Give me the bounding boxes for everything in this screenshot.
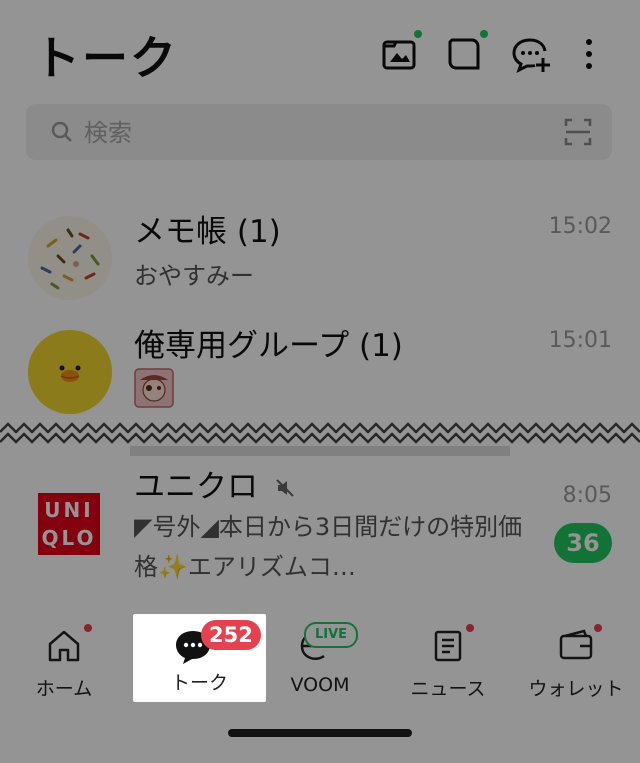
search-bar[interactable] <box>26 104 612 160</box>
more-options-icon[interactable] <box>574 34 604 74</box>
chat-row-uniqlo[interactable]: UNI QLO ユニクロ 8:05 ◤号外◢本日から3日間だけの特別価格✨エアリ… <box>0 455 640 600</box>
sticker-icon <box>134 368 174 408</box>
nav-label: トーク <box>170 672 228 694</box>
chat-time: 8:05 <box>562 483 612 508</box>
chat-name: メモ帳 (1) <box>134 214 281 250</box>
home-icon <box>44 626 84 666</box>
new-chat-icon[interactable] <box>510 34 550 74</box>
chat-time: 15:02 <box>548 214 612 239</box>
nav-news[interactable]: ニュース <box>384 614 512 704</box>
photo-album-icon[interactable] <box>380 30 422 74</box>
openchat-icon[interactable] <box>444 30 488 74</box>
unread-count-badge: 36 <box>554 523 612 563</box>
live-badge: LIVE <box>304 622 358 648</box>
nav-label: ウォレット <box>528 678 624 700</box>
nav-wallet[interactable]: ウォレット <box>512 614 640 704</box>
sally-avatar <box>28 330 112 414</box>
chat-name: 俺専用グループ (1) <box>134 328 403 364</box>
nav-label: VOOM <box>290 674 350 696</box>
screenshot-tear-divider <box>0 420 640 460</box>
uniqlo-logo: UNI QLO <box>38 493 100 555</box>
qr-scan-icon[interactable] <box>564 118 592 146</box>
nav-label: ホーム <box>35 678 93 700</box>
chat-row-group[interactable]: 俺専用グループ (1) 15:01 <box>0 312 640 430</box>
gesture-home-bar[interactable] <box>228 729 412 737</box>
search-icon <box>50 120 74 144</box>
chat-row-memo[interactable]: メモ帳 (1) 15:02 おやすみー <box>0 198 640 316</box>
talk-unread-badge: 252 <box>201 620 261 650</box>
chat-name: ユニクロ <box>134 461 296 507</box>
mute-icon <box>274 471 296 507</box>
chat-preview: ◤号外◢本日から3日間だけの特別価格✨エアリズムコ… <box>134 513 523 581</box>
news-icon <box>428 626 468 666</box>
nav-talk[interactable]: 252 トーク <box>133 614 266 702</box>
chat-preview: おやすみー <box>134 262 254 290</box>
page-title: トーク <box>34 31 178 85</box>
memo-avatar <box>28 216 112 300</box>
chat-time: 15:01 <box>548 328 612 353</box>
nav-home[interactable]: ホーム <box>0 614 128 704</box>
nav-label: ニュース <box>410 678 486 700</box>
header: トーク <box>0 0 640 100</box>
wallet-icon <box>556 626 596 666</box>
search-input[interactable] <box>82 112 556 154</box>
bottom-navigation: ホーム LIVE VOOM ニュース ウォレット <box>0 602 640 763</box>
line-talk-screen: トーク 検索 メモ帳 (1) 15:02 おやすみー 俺専用グループ (1) 1… <box>0 0 640 763</box>
nav-voom[interactable]: LIVE VOOM <box>256 614 384 704</box>
